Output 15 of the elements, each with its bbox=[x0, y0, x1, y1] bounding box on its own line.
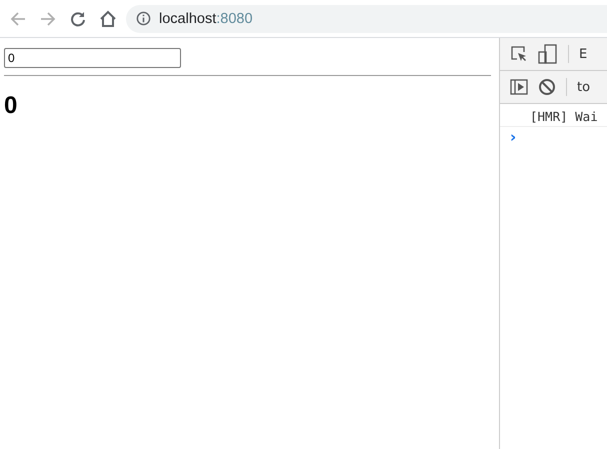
number-input[interactable]: 0 bbox=[4, 48, 181, 68]
device-toolbar-icon[interactable] bbox=[538, 44, 558, 64]
inspect-icon[interactable] bbox=[510, 45, 528, 63]
console-message: [HMR] Wai bbox=[500, 104, 607, 127]
counter-heading: 0 bbox=[4, 92, 18, 120]
devtools-tab[interactable]: E bbox=[579, 46, 588, 62]
url-text: localhost:8080 bbox=[159, 10, 253, 26]
info-icon bbox=[136, 11, 151, 26]
clear-console-icon[interactable] bbox=[538, 78, 556, 96]
home-icon[interactable] bbox=[99, 10, 117, 28]
address-bar[interactable]: localhost:8080 bbox=[126, 4, 607, 32]
context-selector[interactable]: to bbox=[577, 80, 590, 94]
sidebar-toggle-icon[interactable] bbox=[510, 79, 528, 95]
reload-icon[interactable] bbox=[70, 10, 86, 26]
console-prompt[interactable]: › bbox=[500, 127, 607, 146]
